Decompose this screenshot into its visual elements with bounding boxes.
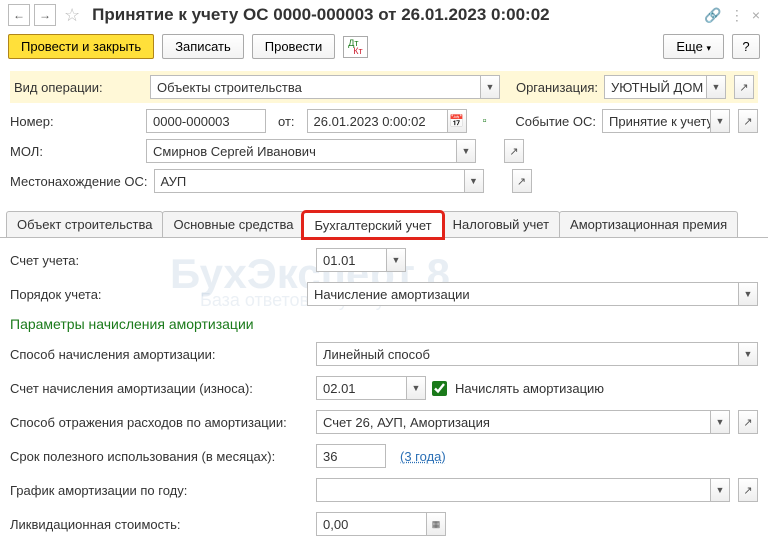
date-field[interactable]: 26.01.2023 0:00:02 (307, 109, 447, 133)
order-dropdown[interactable]: ▼ (738, 282, 758, 306)
number-label: Номер: (10, 114, 140, 129)
event-open-button[interactable]: ↗ (738, 109, 758, 133)
account-dropdown[interactable]: ▼ (386, 248, 406, 272)
order-field[interactable]: Начисление амортизации (307, 282, 738, 306)
life-field[interactable]: 36 (316, 444, 386, 468)
event-label: Событие ОС: (515, 114, 596, 129)
mol-label: МОЛ: (10, 144, 140, 159)
window-title: Принятие к учету ОС 0000-000003 от 26.01… (88, 5, 700, 25)
more-button[interactable]: Еще ▾ (663, 34, 724, 59)
schedule-dropdown[interactable]: ▼ (710, 478, 730, 502)
op-type-dropdown[interactable]: ▼ (480, 75, 500, 99)
org-label: Организация: (516, 80, 598, 95)
mol-open-button[interactable]: ↗ (504, 139, 524, 163)
dep-flag-checkbox[interactable] (432, 381, 447, 396)
close-icon[interactable]: × (752, 7, 760, 23)
org-field[interactable]: УЮТНЫЙ ДОМ ОС (604, 75, 706, 99)
tab-construction-object[interactable]: Объект строительства (6, 211, 163, 237)
expense-open-button[interactable]: ↗ (738, 410, 758, 434)
schedule-label: График амортизации по году: (10, 483, 310, 498)
method-field[interactable]: Линейный способ (316, 342, 738, 366)
post-and-close-button[interactable]: Провести и закрыть (8, 34, 154, 59)
dep-account-label: Счет начисления амортизации (износа): (10, 381, 310, 396)
mol-dropdown[interactable]: ▼ (456, 139, 476, 163)
method-label: Способ начисления амортизации: (10, 347, 310, 362)
mol-field[interactable]: Смирнов Сергей Иванович (146, 139, 456, 163)
params-heading: Параметры начисления амортизации (10, 316, 758, 332)
calendar-icon[interactable]: 📅 (447, 109, 467, 133)
expense-label: Способ отражения расходов по амортизации… (10, 415, 310, 430)
org-open-button[interactable]: ↗ (734, 75, 754, 99)
op-type-field[interactable]: Объекты строительства (150, 75, 480, 99)
kebab-icon[interactable]: ⋮ (730, 7, 744, 24)
nav-back-button[interactable]: ← (8, 4, 30, 26)
dep-flag-label: Начислять амортизацию (455, 381, 604, 396)
org-dropdown[interactable]: ▼ (706, 75, 726, 99)
from-label: от: (278, 114, 295, 129)
tab-depreciation-bonus[interactable]: Амортизационная премия (559, 211, 738, 237)
favorite-icon[interactable]: ☆ (60, 5, 84, 26)
order-label: Порядок учета: (10, 287, 140, 302)
schedule-field[interactable] (316, 478, 710, 502)
help-button[interactable]: ? (732, 34, 760, 59)
dep-account-field[interactable]: 02.01 (316, 376, 406, 400)
location-label: Местонахождение ОС: (10, 174, 148, 189)
tab-tax-accounting[interactable]: Налоговый учет (442, 211, 560, 237)
account-label: Счет учета: (10, 253, 310, 268)
expense-dropdown[interactable]: ▼ (710, 410, 730, 434)
post-button[interactable]: Провести (252, 34, 336, 59)
dt-kt-button[interactable]: ДтКт (343, 36, 367, 58)
location-dropdown[interactable]: ▼ (464, 169, 484, 193)
event-field[interactable]: Принятие к учету (602, 109, 710, 133)
schedule-open-button[interactable]: ↗ (738, 478, 758, 502)
link-icon[interactable]: 🔗 (704, 7, 721, 24)
salvage-label: Ликвидационная стоимость: (10, 517, 310, 532)
event-dropdown[interactable]: ▼ (710, 109, 730, 133)
dep-account-dropdown[interactable]: ▼ (406, 376, 426, 400)
status-icon: ▫ (475, 109, 495, 133)
account-field[interactable]: 01.01 (316, 248, 386, 272)
location-field[interactable]: АУП (154, 169, 464, 193)
nav-forward-button[interactable]: → (34, 4, 56, 26)
life-label: Срок полезного использования (в месяцах)… (10, 449, 310, 464)
salvage-field[interactable]: 0,00 (316, 512, 426, 536)
write-button[interactable]: Записать (162, 34, 244, 59)
number-field[interactable]: 0000-000003 (146, 109, 266, 133)
method-dropdown[interactable]: ▼ (738, 342, 758, 366)
location-open-button[interactable]: ↗ (512, 169, 532, 193)
tab-accounting[interactable]: Бухгалтерский учет (303, 212, 442, 238)
tab-fixed-assets[interactable]: Основные средства (162, 211, 304, 237)
expense-field[interactable]: Счет 26, АУП, Амортизация (316, 410, 710, 434)
life-hint[interactable]: (3 года) (400, 449, 446, 464)
salvage-calc-button[interactable]: ▦ (426, 512, 446, 536)
op-type-label: Вид операции: (14, 80, 144, 95)
